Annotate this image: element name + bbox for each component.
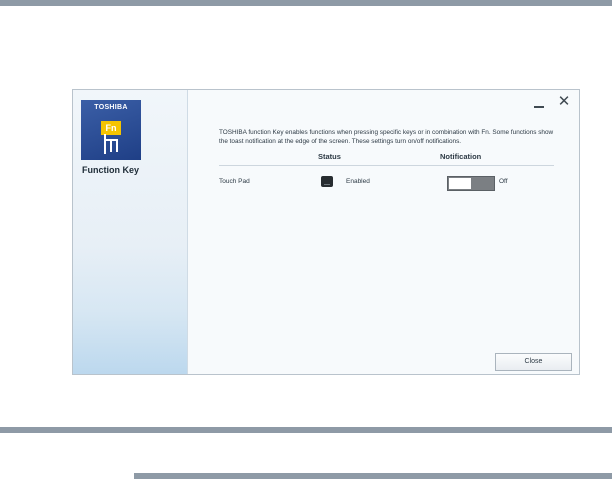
middle-rule xyxy=(0,427,612,433)
description-text: TOSHIBA function Key enables functions w… xyxy=(219,129,554,145)
header-divider xyxy=(219,165,554,166)
notification-toggle[interactable] xyxy=(447,176,495,191)
function-key-window: TOSHIBA Fn Function Key ✕ TOSHIBA functi… xyxy=(72,89,580,375)
sidebar: TOSHIBA Fn Function Key xyxy=(73,90,188,374)
column-header-status: Status xyxy=(318,152,341,161)
top-rule xyxy=(0,0,612,6)
column-header-notification: Notification xyxy=(440,152,482,161)
app-name: Function Key xyxy=(82,165,140,175)
hand-icon xyxy=(104,134,118,154)
content-panel: ✕ TOSHIBA function Key enables functions… xyxy=(188,90,579,374)
toggle-thumb[interactable] xyxy=(449,178,471,189)
touchpad-icon xyxy=(321,176,333,187)
brand-logo: TOSHIBA xyxy=(94,104,128,111)
minimize-icon[interactable] xyxy=(533,96,545,110)
close-icon[interactable]: ✕ xyxy=(557,94,571,110)
toggle-state-text: Off xyxy=(499,178,508,185)
status-text: Enabled xyxy=(346,178,370,185)
row-label-touch-pad: Touch Pad xyxy=(219,178,250,185)
app-tile: TOSHIBA Fn xyxy=(81,100,141,160)
bottom-rule xyxy=(134,473,612,479)
close-button[interactable]: Close xyxy=(495,353,572,371)
